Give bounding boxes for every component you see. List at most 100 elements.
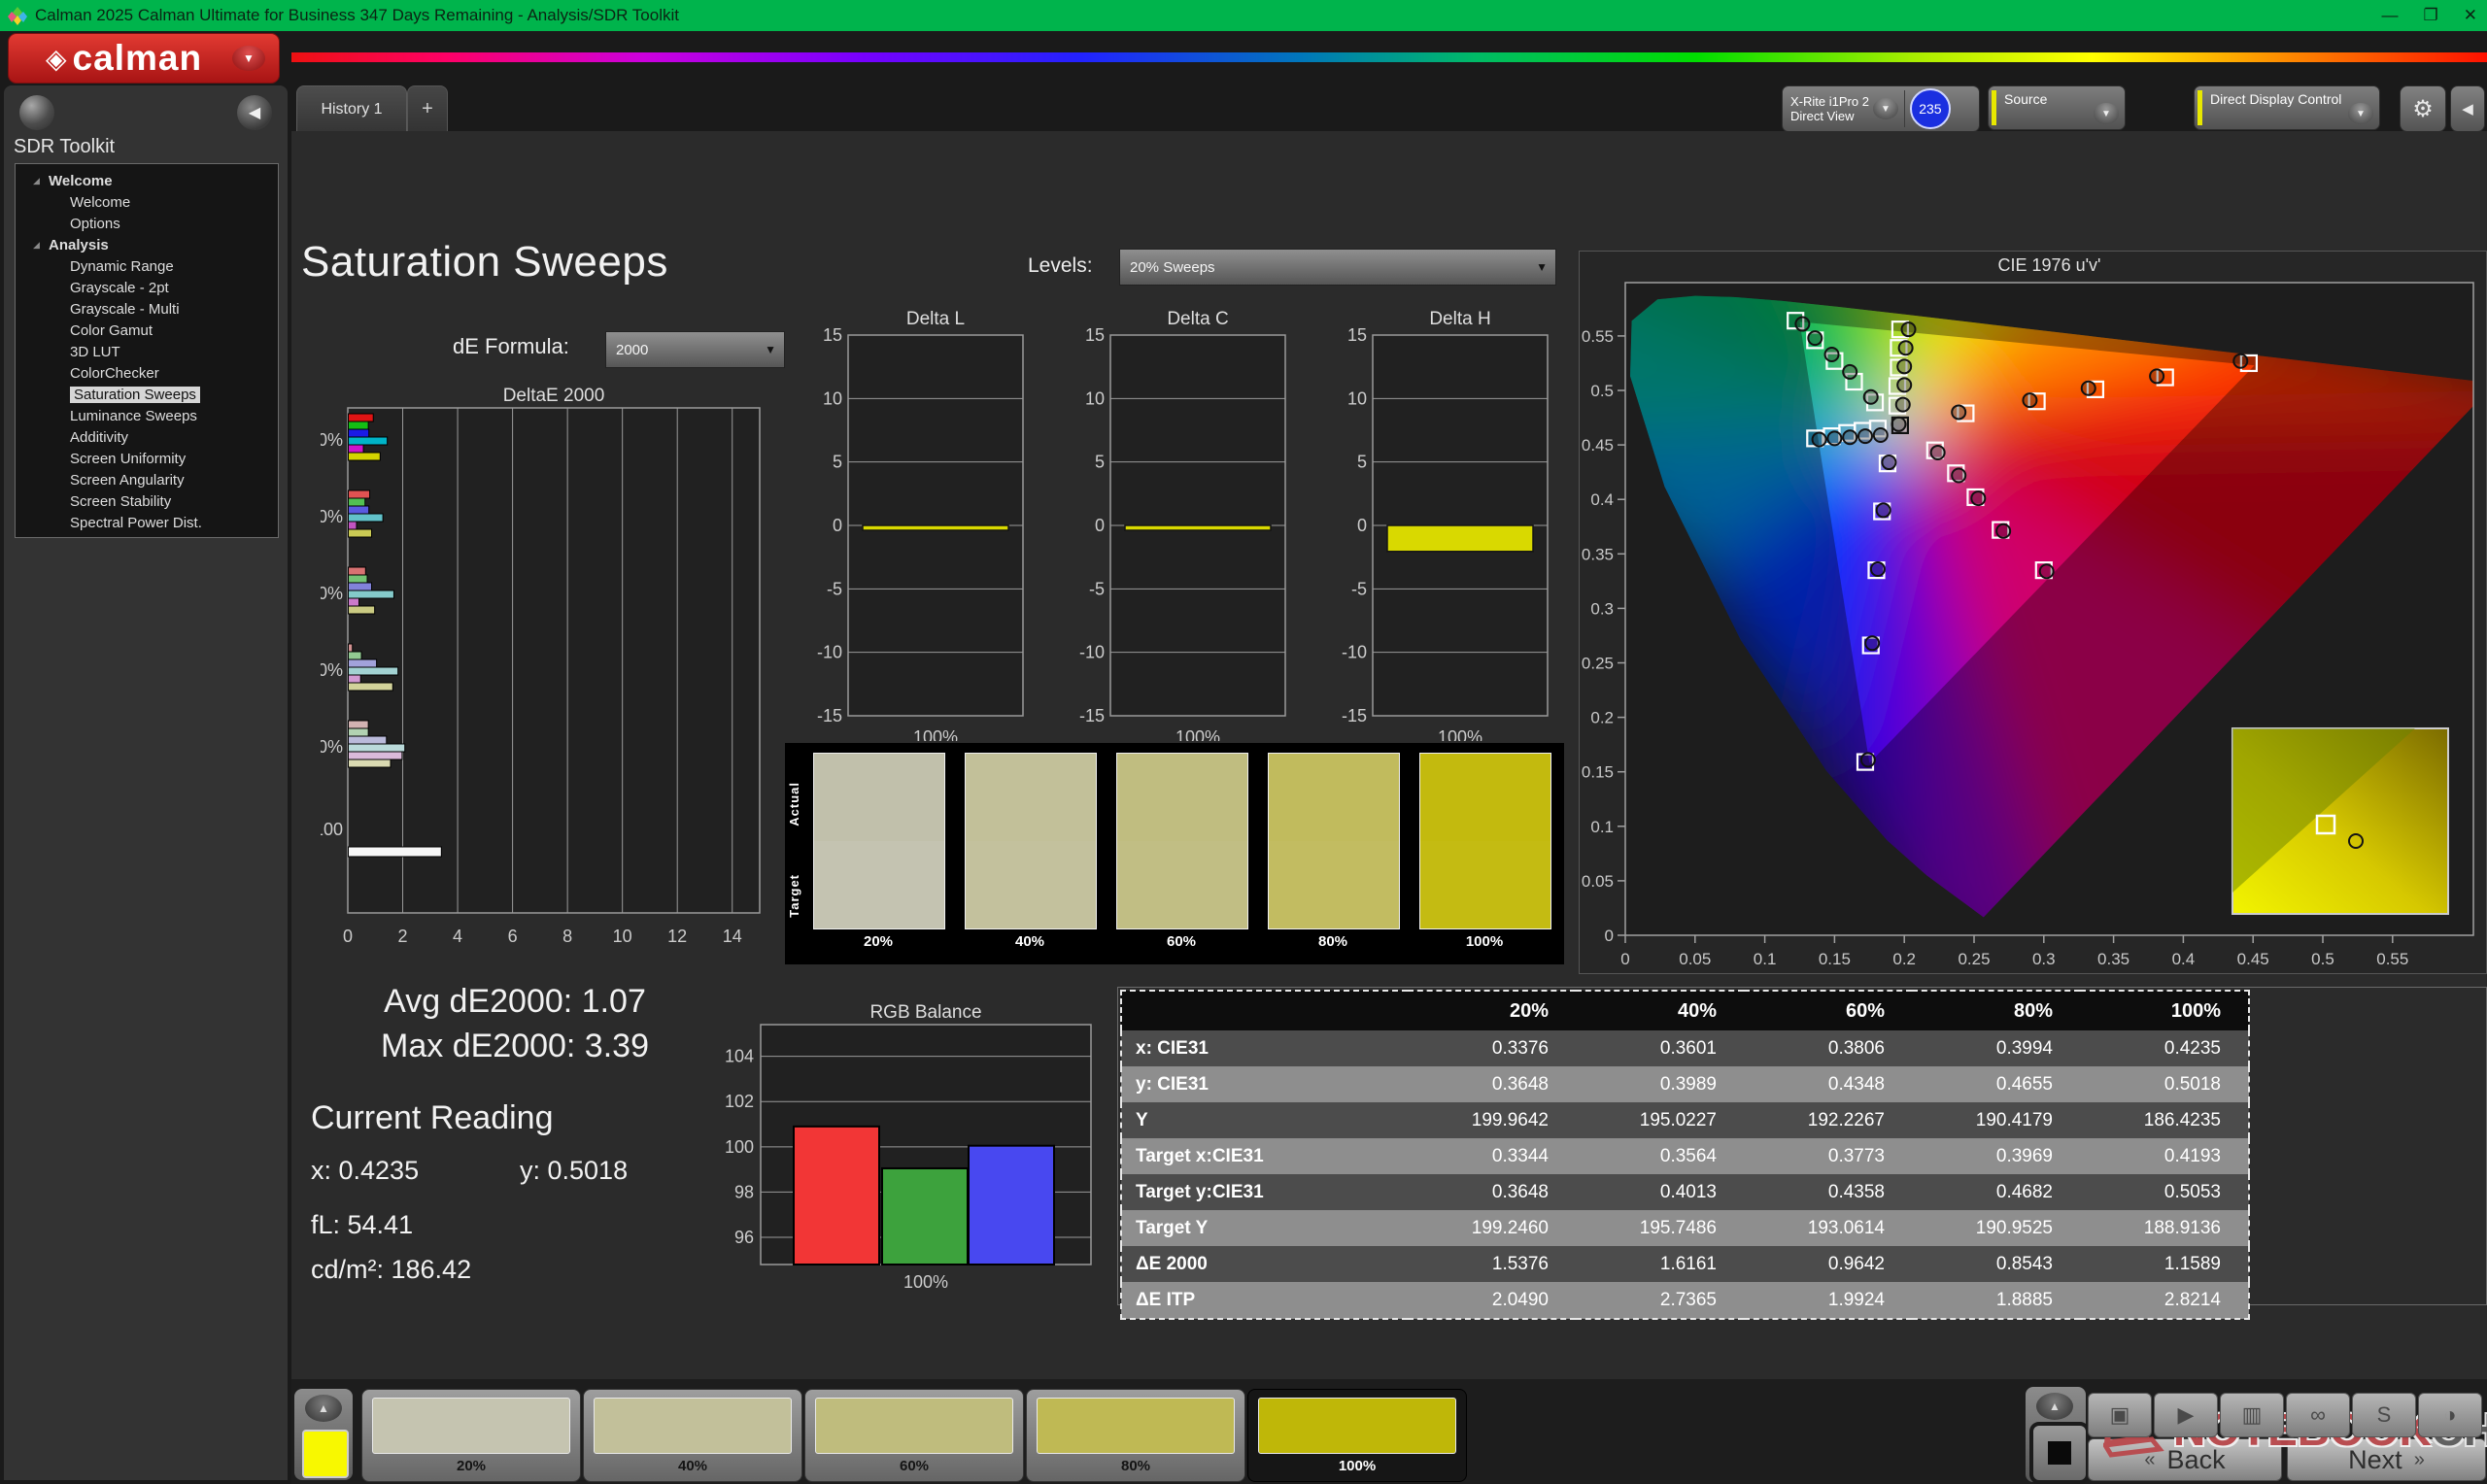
chevron-down-icon[interactable]: ▼ xyxy=(232,46,265,71)
display-control-dropdown[interactable]: Direct Display Control ▼ xyxy=(2194,85,2380,130)
minimize-button[interactable]: — xyxy=(2382,6,2399,25)
saturation-button-20%[interactable]: 20% xyxy=(361,1389,581,1482)
swatch-target xyxy=(814,841,944,928)
pattern-source-panel: ▲ xyxy=(294,1389,353,1480)
toolbar-icon-button-0[interactable]: ▣ xyxy=(2088,1393,2152,1437)
swatch-100% xyxy=(1419,753,1551,929)
levels-dropdown[interactable]: 20% Sweeps ▼ xyxy=(1119,249,1556,286)
deltae2000-chart: DeltaE 200002468101214100%80%60%40%20%10… xyxy=(321,384,777,966)
back-button[interactable]: « Back xyxy=(2088,1438,2282,1481)
column-header: 40% xyxy=(1576,991,1744,1030)
svg-text:15: 15 xyxy=(823,325,842,345)
sidebar-item-options[interactable]: Options xyxy=(16,213,278,234)
chevron-down-icon: ▼ xyxy=(2094,103,2119,124)
saturation-button-80%[interactable]: 80% xyxy=(1026,1389,1245,1482)
max-de2000: Max dE2000: 3.39 xyxy=(321,1028,709,1065)
cie1976-chart: CIE 1976 u'v'00.050.10.150.20.250.30.350… xyxy=(1580,252,2486,973)
sidebar-item-screen-uniformity[interactable]: Screen Uniformity xyxy=(16,448,278,469)
toolbar-icon-button-5[interactable]: ◑ xyxy=(2418,1393,2482,1437)
meter-dropdown[interactable]: X-Rite i1Pro 2 Direct View ▼ 235 xyxy=(1782,85,1980,132)
cell-value: 0.8543 xyxy=(1912,1246,2080,1282)
saturation-button-label: 60% xyxy=(805,1458,1023,1474)
sidebar-item-grayscale-2pt[interactable]: Grayscale - 2pt xyxy=(16,277,278,298)
maximize-button[interactable]: ❐ xyxy=(2424,6,2438,25)
sidebar-item-colorchecker[interactable]: ColorChecker xyxy=(16,362,278,384)
saturation-button-100%[interactable]: 100% xyxy=(1247,1389,1467,1482)
next-button[interactable]: Next » xyxy=(2287,1438,2486,1481)
panel-collapse-button[interactable]: ◀ xyxy=(2450,85,2485,132)
cie-measured-marker xyxy=(1827,431,1841,445)
triangle-up-icon: ▲ xyxy=(318,1401,329,1415)
sidebar-item-luminance-sweeps[interactable]: Luminance Sweeps xyxy=(16,405,278,426)
rgb-balance-chart: RGB Balance1041021009896100% xyxy=(714,1000,1122,1292)
cie-measured-marker xyxy=(1808,331,1822,345)
sidebar-item-dynamic-range[interactable]: Dynamic Range xyxy=(16,255,278,277)
sidebar-item-spectral-power-dist-[interactable]: Spectral Power Dist. xyxy=(16,512,278,533)
svg-text:60%: 60% xyxy=(321,584,343,603)
saturation-button-60%[interactable]: 60% xyxy=(804,1389,1024,1482)
sidebar-item-welcome[interactable]: Welcome xyxy=(16,191,278,213)
tab-label: History 1 xyxy=(321,101,382,118)
sidebar-orb-button[interactable] xyxy=(19,95,54,130)
expand-up-button[interactable]: ▲ xyxy=(305,1395,342,1422)
cell-value: 192.2267 xyxy=(1744,1102,1912,1138)
expander-icon[interactable]: ◢ xyxy=(33,176,49,186)
svg-text:-15: -15 xyxy=(1079,706,1105,725)
cie-measured-marker xyxy=(1825,348,1839,361)
svg-text:100%: 100% xyxy=(913,727,958,741)
toolbar-icon-button-4[interactable]: S xyxy=(2352,1393,2416,1437)
cell-value: 0.4013 xyxy=(1576,1174,1744,1210)
de-formula-label: dE Formula: xyxy=(453,334,569,359)
sidebar-item-3d-lut[interactable]: 3D LUT xyxy=(16,341,278,362)
toolbar-icon-button-3[interactable]: ∞ xyxy=(2286,1393,2350,1437)
cie-measured-marker xyxy=(1899,341,1913,354)
expander-icon[interactable]: ◢ xyxy=(33,240,49,251)
actual-row-label: Actual xyxy=(787,782,801,826)
calman-diamond-icon xyxy=(8,6,27,25)
swatch-80% xyxy=(1268,753,1400,929)
cie-measured-marker xyxy=(1891,418,1905,431)
svg-text:Delta C: Delta C xyxy=(1167,309,1228,329)
sidebar-item-welcome[interactable]: ◢Welcome xyxy=(16,170,278,191)
saturation-button-40%[interactable]: 40% xyxy=(583,1389,802,1482)
expand-up-button[interactable]: ▲ xyxy=(2036,1393,2073,1420)
delta-h-chart: Delta H151050-5-10-15100% xyxy=(1341,309,1569,741)
sidebar-item-screen-angularity[interactable]: Screen Angularity xyxy=(16,469,278,490)
svg-text:100%: 100% xyxy=(321,430,343,450)
table-row: x: CIE310.33760.36010.38060.39940.4235 xyxy=(1121,1030,2249,1066)
toolbar-icon-button-1[interactable]: ▶ xyxy=(2154,1393,2218,1437)
cie-measured-marker xyxy=(2040,564,2054,578)
chevron-down-icon: ▼ xyxy=(1536,260,1548,274)
sidebar-item-analysis[interactable]: ◢Analysis xyxy=(16,234,278,255)
tab-history-1[interactable]: History 1 xyxy=(296,85,407,132)
cell-value: 193.0614 xyxy=(1744,1210,1912,1246)
cie-measured-marker xyxy=(1897,359,1911,373)
calman-logo-button[interactable]: ◈ calman ▼ xyxy=(8,33,280,84)
sidebar-item-saturation-sweeps[interactable]: Saturation Sweeps xyxy=(16,384,278,405)
current-color-chip[interactable] xyxy=(302,1430,349,1478)
svg-text:-5: -5 xyxy=(1089,579,1105,598)
settings-button[interactable]: ⚙ xyxy=(2400,85,2446,132)
svg-text:8: 8 xyxy=(562,927,572,946)
svg-text:0.45: 0.45 xyxy=(1582,436,1614,455)
sidebar-item-screen-stability[interactable]: Screen Stability xyxy=(16,490,278,512)
source-dropdown[interactable]: Source ▼ xyxy=(1988,85,2126,130)
add-tab-button[interactable]: + xyxy=(407,85,448,132)
yellow-stripe xyxy=(2197,90,2202,125)
svg-text:2: 2 xyxy=(398,927,408,946)
sidebar-collapse-button[interactable]: ◀ xyxy=(237,95,272,130)
toolbar-icon-button-2[interactable]: ▥ xyxy=(2220,1393,2284,1437)
svg-text:102: 102 xyxy=(725,1092,754,1111)
svg-text:5: 5 xyxy=(833,453,842,472)
table-row: Target x:CIE310.33440.35640.37730.39690.… xyxy=(1121,1138,2249,1174)
stop-button[interactable] xyxy=(2029,1422,2090,1484)
sidebar-item-color-gamut[interactable]: Color Gamut xyxy=(16,320,278,341)
sidebar-item-grayscale-multi[interactable]: Grayscale - Multi xyxy=(16,298,278,320)
de-formula-dropdown[interactable]: 2000 ▼ xyxy=(605,331,785,368)
cell-value: 0.5018 xyxy=(2080,1066,2249,1102)
svg-text:0: 0 xyxy=(1620,950,1629,968)
row-label: ΔE 2000 xyxy=(1121,1246,1408,1282)
close-button[interactable]: ✕ xyxy=(2464,6,2477,25)
meter-count-badge[interactable]: 235 xyxy=(1910,88,1951,129)
sidebar-item-additivity[interactable]: Additivity xyxy=(16,426,278,448)
